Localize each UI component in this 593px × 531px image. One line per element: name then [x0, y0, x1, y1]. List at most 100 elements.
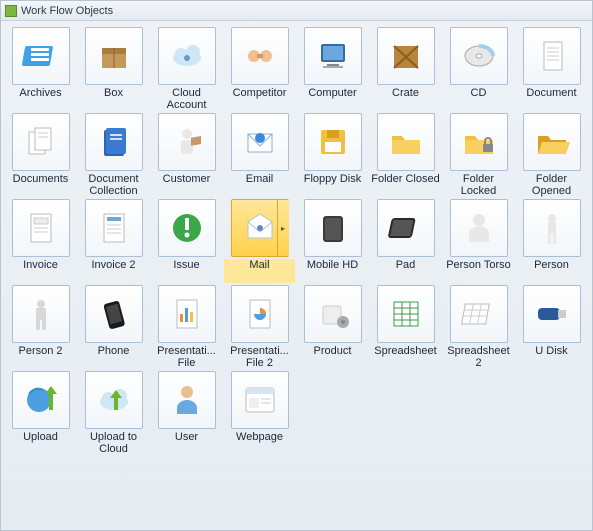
person-2-icon [12, 285, 70, 343]
gallery-item-crate[interactable]: Crate [370, 27, 441, 111]
spreadsheet-icon [377, 285, 435, 343]
dropdown-arrow-icon[interactable]: ▸ [277, 200, 289, 256]
gallery-item-person[interactable]: Person [516, 199, 587, 283]
panel-title: Work Flow Objects [21, 5, 113, 17]
gallery-item-spreadsheet-2[interactable]: Spreadsheet 2 [443, 285, 514, 369]
box-icon [85, 27, 143, 85]
gallery-item-folder-locked[interactable]: Folder Locked [443, 113, 514, 197]
presentation-file-2-icon [231, 285, 289, 343]
user-icon [158, 371, 216, 429]
gallery-item-u-disk[interactable]: U Disk [516, 285, 587, 369]
u-disk-icon [523, 285, 581, 343]
gallery-item-invoice-2[interactable]: Invoice 2 [78, 199, 149, 283]
gallery-item-label: Person [516, 259, 587, 283]
presentation-file-icon [158, 285, 216, 343]
gallery-item-label: Folder Opened [516, 173, 587, 197]
gallery-item-floppy-disk[interactable]: Floppy Disk [297, 113, 368, 197]
gallery-item-label: Upload [5, 431, 76, 455]
gallery-item-label: Invoice 2 [78, 259, 149, 283]
folder-closed-icon [377, 113, 435, 171]
gallery-item-label: Person 2 [5, 345, 76, 369]
gallery-item-label: Mail [224, 259, 295, 283]
gallery-item-label: Folder Locked [443, 173, 514, 197]
gallery-item-label: Computer [297, 87, 368, 111]
spreadsheet-2-icon [450, 285, 508, 343]
gallery-item-label: Competitor [224, 87, 295, 111]
gallery-item-label: Upload to Cloud [78, 431, 149, 455]
gallery-item-label: Mobile HD [297, 259, 368, 283]
person-torso-icon [450, 199, 508, 257]
gallery-item-label: Documents [5, 173, 76, 197]
upload-to-cloud-icon [85, 371, 143, 429]
gallery-item-label: Person Torso [443, 259, 514, 283]
gallery-item-label: Phone [78, 345, 149, 369]
gallery-item-label: Presentati... File [151, 345, 222, 369]
gallery-item-mail[interactable]: ▸ Mail [224, 199, 295, 283]
gallery-item-label: Crate [370, 87, 441, 111]
cloud-account-icon [158, 27, 216, 85]
gallery-item-cd[interactable]: CD [443, 27, 514, 111]
gallery-item-label: Issue [151, 259, 222, 283]
gallery-item-label: Spreadsheet 2 [443, 345, 514, 369]
gallery-item-label: Customer [151, 173, 222, 197]
email-icon [231, 113, 289, 171]
pad-icon [377, 199, 435, 257]
gallery-item-user[interactable]: User [151, 371, 222, 455]
gallery-item-label: Email [224, 173, 295, 197]
gallery-item-person-2[interactable]: Person 2 [5, 285, 76, 369]
gallery-item-email[interactable]: Email [224, 113, 295, 197]
gallery-item-cloud-account[interactable]: Cloud Account [151, 27, 222, 111]
document-icon [523, 27, 581, 85]
gallery-item-label: Folder Closed [370, 173, 441, 197]
gallery-item-presentation-file[interactable]: Presentati... File [151, 285, 222, 369]
gallery-item-label: Document [516, 87, 587, 111]
titlebar: Work Flow Objects [1, 1, 592, 21]
gallery-item-label: CD [443, 87, 514, 111]
floppy-disk-icon [304, 113, 362, 171]
gallery-item-label: Spreadsheet [370, 345, 441, 369]
gallery-item-label: Box [78, 87, 149, 111]
gallery-item-archives[interactable]: Archives [5, 27, 76, 111]
gallery-item-presentation-file-2[interactable]: Presentati... File 2 [224, 285, 295, 369]
gallery-item-label: Document Collection [78, 173, 149, 197]
app-icon [5, 5, 17, 17]
mobile-hd-icon [304, 199, 362, 257]
gallery-item-issue[interactable]: Issue [151, 199, 222, 283]
upload-icon [12, 371, 70, 429]
gallery-item-document-collection[interactable]: Document Collection [78, 113, 149, 197]
gallery-item-person-torso[interactable]: Person Torso [443, 199, 514, 283]
gallery-item-product[interactable]: Product [297, 285, 368, 369]
computer-icon [304, 27, 362, 85]
gallery-item-label: Invoice [5, 259, 76, 283]
invoice-2-icon [85, 199, 143, 257]
gallery-item-folder-opened[interactable]: Folder Opened [516, 113, 587, 197]
competitor-icon [231, 27, 289, 85]
gallery-item-documents[interactable]: Documents [5, 113, 76, 197]
folder-opened-icon [523, 113, 581, 171]
gallery-item-mobile-hd[interactable]: Mobile HD [297, 199, 368, 283]
gallery-item-pad[interactable]: Pad [370, 199, 441, 283]
gallery-item-label: Floppy Disk [297, 173, 368, 197]
gallery-item-document[interactable]: Document [516, 27, 587, 111]
archives-icon [12, 27, 70, 85]
webpage-icon [231, 371, 289, 429]
gallery-item-label: Cloud Account [151, 87, 222, 111]
phone-icon [85, 285, 143, 343]
gallery-item-invoice[interactable]: Invoice [5, 199, 76, 283]
customer-icon [158, 113, 216, 171]
gallery-item-competitor[interactable]: Competitor [224, 27, 295, 111]
gallery-item-upload[interactable]: Upload [5, 371, 76, 455]
gallery-item-label: Presentati... File 2 [224, 345, 295, 369]
gallery-item-label: Archives [5, 87, 76, 111]
gallery-item-customer[interactable]: Customer [151, 113, 222, 197]
gallery-item-phone[interactable]: Phone [78, 285, 149, 369]
gallery-item-upload-to-cloud[interactable]: Upload to Cloud [78, 371, 149, 455]
gallery-item-folder-closed[interactable]: Folder Closed [370, 113, 441, 197]
cd-icon [450, 27, 508, 85]
workflow-objects-panel: Work Flow Objects Archives Box Cloud Acc… [0, 0, 593, 531]
gallery-item-label: Product [297, 345, 368, 369]
gallery-item-webpage[interactable]: Webpage [224, 371, 295, 455]
gallery-item-spreadsheet[interactable]: Spreadsheet [370, 285, 441, 369]
gallery-item-box[interactable]: Box [78, 27, 149, 111]
gallery-item-computer[interactable]: Computer [297, 27, 368, 111]
